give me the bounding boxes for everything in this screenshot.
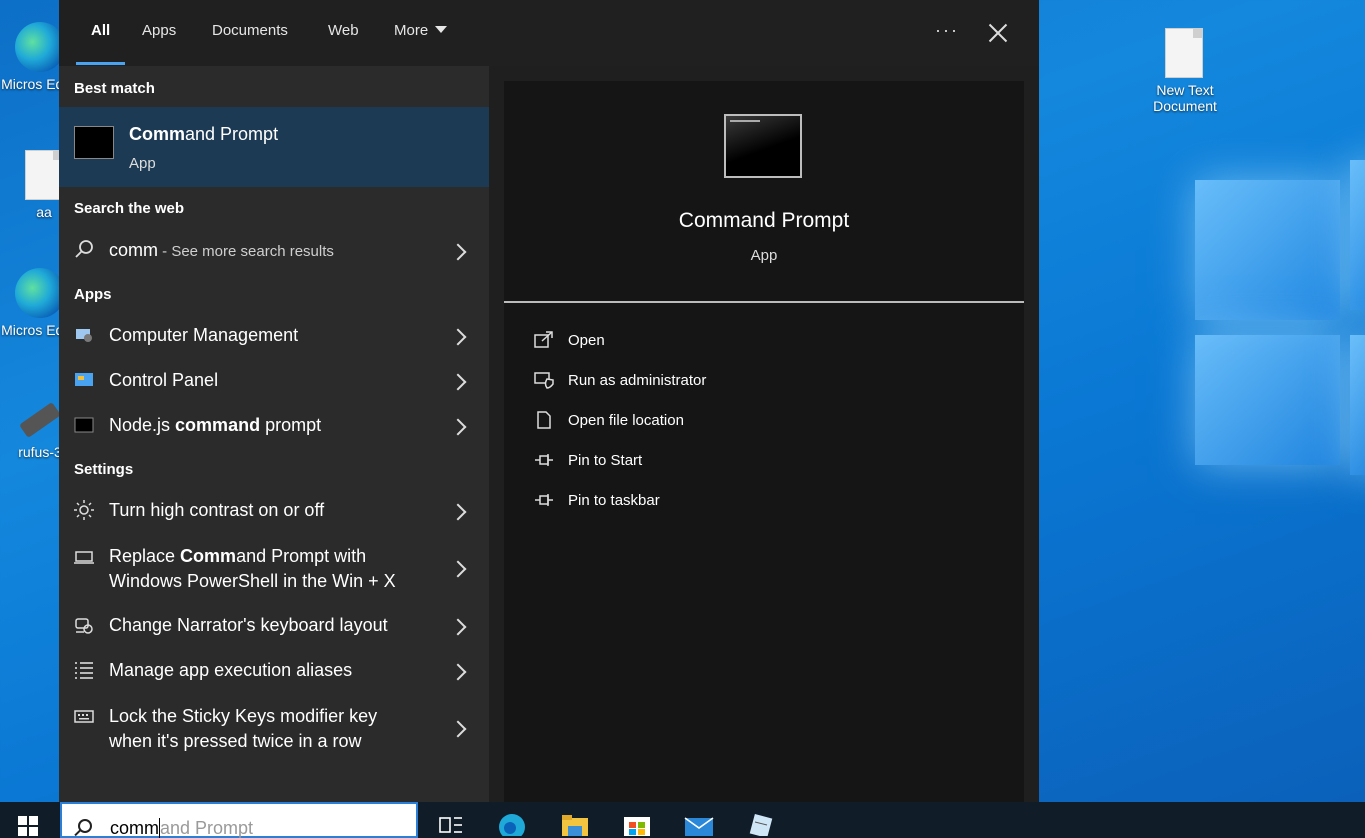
app-control-panel[interactable]: Control Panel [59, 366, 489, 396]
tab-documents[interactable]: Documents [212, 22, 288, 39]
tab-web[interactable]: Web [328, 22, 359, 39]
file-explorer-icon[interactable] [560, 810, 590, 836]
pin-icon [535, 454, 553, 466]
store-icon[interactable] [622, 810, 652, 836]
app-label: Node.js command prompt [109, 415, 322, 435]
setting-replace-command-prompt[interactable]: Replace Command Prompt with Windows Power… [59, 543, 489, 597]
narrator-icon [75, 618, 93, 634]
search-icon [75, 240, 93, 258]
desktop-icon-new-text-document[interactable]: New Text Document [1145, 28, 1225, 114]
control-panel-icon [75, 373, 93, 386]
preview-subtitle: App [750, 247, 778, 264]
action-open-file-location[interactable]: Open file location [534, 407, 834, 435]
close-icon[interactable] [987, 22, 1009, 44]
settings-heading: Settings [74, 461, 134, 478]
chevron-right-icon[interactable] [449, 720, 467, 738]
list-icon [75, 662, 93, 679]
preview-pane: Command Prompt App Open Run as administr… [504, 81, 1024, 802]
app-computer-management[interactable]: Computer Management [59, 321, 489, 351]
search-panel: All Apps Documents Web More ··· Best mat… [59, 0, 1039, 802]
setting-label: Change Narrator's keyboard layout [109, 615, 388, 635]
chevron-right-icon[interactable] [449, 663, 467, 681]
filter-tabs: All Apps Documents Web More ··· [59, 0, 1039, 66]
app-label: Control Panel [109, 370, 219, 390]
open-icon [534, 331, 553, 348]
action-pin-to-start[interactable]: Pin to Start [534, 447, 834, 475]
setting-high-contrast[interactable]: Turn high contrast on or off [59, 496, 489, 526]
mail-icon[interactable] [684, 810, 714, 836]
windows-logo-wallpaper [1185, 160, 1365, 480]
action-run-as-administrator[interactable]: Run as administrator [534, 367, 834, 395]
chevron-right-icon[interactable] [449, 503, 467, 521]
web-search-label: comm - See more search results [109, 240, 334, 260]
edge-icon [15, 268, 65, 318]
edge-icon[interactable] [497, 810, 527, 836]
command-prompt-icon [724, 114, 802, 178]
setting-app-execution-aliases[interactable]: Manage app execution aliases [59, 656, 489, 686]
more-options-button[interactable]: ··· [935, 20, 959, 41]
laptop-icon [74, 551, 94, 564]
web-search-result[interactable]: comm - See more search results [59, 236, 489, 266]
best-match-title: Command Prompt [129, 124, 279, 144]
shield-icon [534, 372, 554, 389]
command-prompt-icon [74, 126, 114, 159]
chevron-right-icon[interactable] [449, 243, 467, 261]
best-match-heading: Best match [74, 80, 155, 97]
chevron-right-icon[interactable] [449, 418, 467, 436]
chevron-right-icon[interactable] [449, 373, 467, 391]
keyboard-icon [74, 710, 94, 723]
setting-narrator-keyboard[interactable]: Change Narrator's keyboard layout [59, 611, 489, 641]
active-tab-indicator [76, 62, 125, 65]
preview-title: Command Prompt [678, 209, 850, 232]
caret-down-icon [435, 25, 448, 33]
tab-apps[interactable]: Apps [142, 22, 176, 39]
action-pin-to-taskbar[interactable]: Pin to taskbar [534, 487, 834, 515]
tab-more[interactable]: More [394, 22, 448, 39]
pin-icon [535, 494, 553, 506]
tab-more-label: More [394, 22, 429, 39]
setting-label: Turn high contrast on or off [109, 500, 325, 520]
search-query: command Prompt [110, 818, 254, 838]
brightness-icon [74, 500, 94, 520]
tab-all[interactable]: All [91, 22, 110, 39]
chevron-right-icon[interactable] [449, 328, 467, 346]
apps-heading: Apps [74, 286, 112, 303]
terminal-icon [74, 417, 94, 433]
task-view-icon[interactable] [436, 810, 466, 836]
desktop-icon-label: New Text Document [1153, 82, 1217, 114]
taskbar-search-input[interactable]: command Prompt [60, 802, 418, 838]
chevron-right-icon[interactable] [449, 618, 467, 636]
setting-label: Replace Command Prompt with Windows Power… [109, 546, 396, 591]
best-match-command-prompt[interactable]: Command Prompt App [59, 107, 489, 187]
setting-sticky-keys[interactable]: Lock the Sticky Keys modifier key when it… [59, 703, 489, 757]
search-web-heading: Search the web [74, 200, 185, 217]
app-label: Computer Management [109, 325, 299, 345]
setting-label: Lock the Sticky Keys modifier key when it… [109, 706, 378, 751]
app-nodejs-command-prompt[interactable]: Node.js command prompt [59, 411, 489, 441]
text-file-icon [1165, 28, 1203, 78]
divider [504, 301, 1024, 303]
notepad-icon[interactable] [746, 810, 776, 836]
search-icon [78, 819, 92, 833]
best-match-subtitle: App [129, 155, 156, 172]
edge-icon [15, 22, 65, 72]
file-icon [25, 150, 63, 200]
setting-label: Manage app execution aliases [109, 660, 353, 680]
file-location-icon [537, 411, 551, 429]
computer-management-icon [76, 329, 92, 342]
action-open[interactable]: Open [534, 327, 834, 355]
chevron-right-icon[interactable] [449, 560, 467, 578]
start-button[interactable] [18, 816, 38, 836]
results-list: Best match Command Prompt App Search the… [59, 66, 489, 802]
